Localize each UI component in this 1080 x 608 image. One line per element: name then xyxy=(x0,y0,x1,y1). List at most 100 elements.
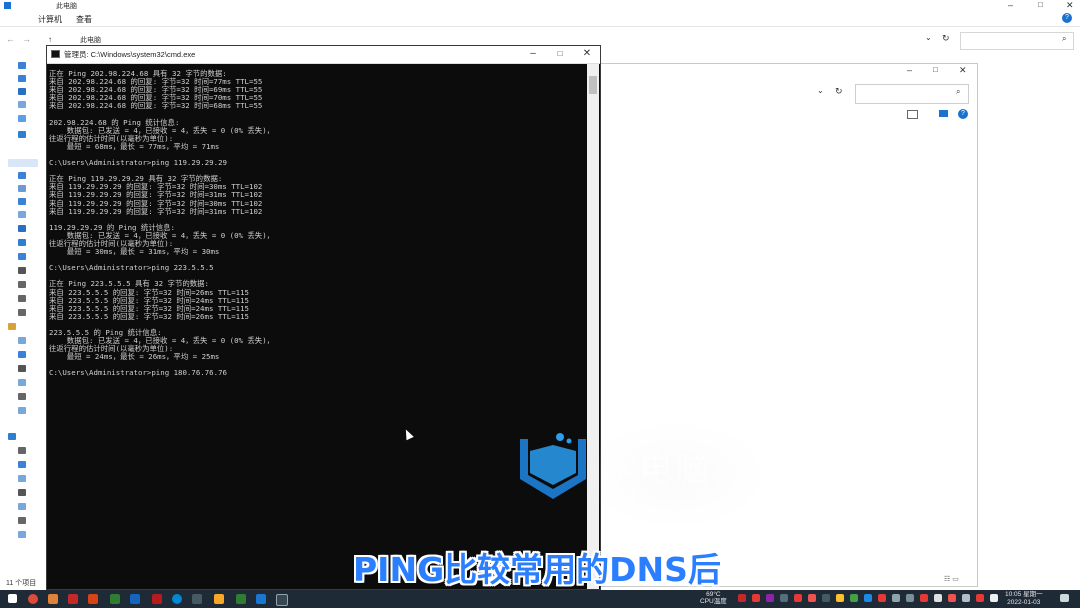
app-red3-icon[interactable] xyxy=(152,594,162,604)
search-input[interactable] xyxy=(960,32,1074,50)
notification-icon[interactable] xyxy=(1060,594,1069,602)
app-orange-icon[interactable] xyxy=(88,594,98,604)
minimize-button[interactable]: – xyxy=(522,47,544,61)
tray-icon-7[interactable] xyxy=(822,594,830,602)
net-item6-icon[interactable] xyxy=(18,517,26,524)
tray-icon-4[interactable] xyxy=(780,594,788,602)
scrollbar-thumb[interactable] xyxy=(589,76,597,94)
tray-icon-13[interactable] xyxy=(906,594,914,602)
tab-view[interactable]: 查看 xyxy=(76,14,92,25)
excel-icon[interactable] xyxy=(236,594,246,604)
help-icon[interactable]: ? xyxy=(1062,13,1072,23)
app-gray-icon[interactable] xyxy=(192,594,202,604)
pictures2-icon[interactable] xyxy=(18,198,26,205)
explorer-sidebar xyxy=(0,55,40,575)
documents2-icon[interactable] xyxy=(18,211,26,218)
edge-icon[interactable] xyxy=(172,594,182,604)
download-icon[interactable] xyxy=(18,88,26,95)
net-item7-icon[interactable] xyxy=(18,531,26,538)
drive-e-icon[interactable] xyxy=(18,295,26,302)
cmd-console[interactable]: 正在 Ping 202.98.224.68 具有 32 字节的数据: 来自 202… xyxy=(47,64,585,589)
tray-icon-6[interactable] xyxy=(808,594,816,602)
minimize-icon[interactable]: – xyxy=(1008,0,1013,10)
tray-icon-16[interactable] xyxy=(948,594,956,602)
taskbar-clock[interactable]: 10:05 星期一 2022-01-03 xyxy=(1005,591,1043,607)
tray-icon-8[interactable] xyxy=(836,594,844,602)
folder-icon[interactable] xyxy=(214,594,224,604)
maximize-button[interactable]: □ xyxy=(549,47,571,61)
drive-f-icon[interactable] xyxy=(18,309,26,316)
watermark-subtext: 点滴成 xyxy=(604,489,637,501)
net-item4-icon[interactable] xyxy=(18,489,26,496)
this-pc-selected-row[interactable] xyxy=(8,159,38,167)
tray-icon-12[interactable] xyxy=(892,594,900,602)
tray-icon-18[interactable] xyxy=(976,594,984,602)
tray-icon-11[interactable] xyxy=(878,594,886,602)
tray-icon-5[interactable] xyxy=(794,594,802,602)
tray-icon-3[interactable] xyxy=(766,594,774,602)
downloads2-icon[interactable] xyxy=(18,225,26,232)
drive-d-icon[interactable] xyxy=(18,281,26,288)
address-path[interactable]: 此电脑 xyxy=(80,35,101,45)
close-icon[interactable]: ✕ xyxy=(1066,0,1074,11)
net-item5-icon[interactable] xyxy=(18,503,26,510)
tray-icon-9[interactable] xyxy=(850,594,858,602)
help-icon[interactable]: ? xyxy=(958,109,968,119)
net-item3-icon[interactable] xyxy=(18,475,26,482)
tray-icon-2[interactable] xyxy=(752,594,760,602)
desktop-icon[interactable] xyxy=(18,75,26,82)
lib-item3-icon[interactable] xyxy=(18,365,26,372)
cmd-titlebar[interactable]: 管理员: C:\Windows\system32\cmd.exe – □ ✕ xyxy=(47,46,600,64)
objects-icon[interactable] xyxy=(18,172,26,179)
net-item-icon[interactable] xyxy=(18,447,26,454)
preview-pane-icon[interactable] xyxy=(939,110,948,117)
refresh-icon[interactable]: ↻ xyxy=(942,33,950,44)
chevron-down-icon[interactable]: ⌄ xyxy=(925,33,932,42)
desktop2-icon[interactable] xyxy=(18,253,26,260)
cmd-taskbar-icon[interactable] xyxy=(276,594,288,606)
cmd-window[interactable]: 管理员: C:\Windows\system32\cmd.exe – □ ✕ 正… xyxy=(46,45,601,590)
chevron-down-icon[interactable]: ⌄ xyxy=(817,86,824,95)
quick-access-icon[interactable] xyxy=(18,62,26,69)
close-button[interactable]: ✕ xyxy=(576,47,598,61)
app-red2-icon[interactable] xyxy=(68,594,78,604)
tab-computer[interactable]: 计算机 xyxy=(38,14,62,25)
lib-item-icon[interactable] xyxy=(18,337,26,344)
minimize-icon[interactable]: – xyxy=(907,65,912,75)
refresh-icon[interactable]: ↻ xyxy=(835,86,843,97)
start-icon[interactable] xyxy=(8,594,17,603)
drive-c-icon[interactable] xyxy=(18,267,26,274)
app-green-icon[interactable] xyxy=(110,594,120,604)
lib-item4-icon[interactable] xyxy=(18,379,26,386)
tray-icon-14[interactable] xyxy=(920,594,928,602)
this-pc-icon[interactable] xyxy=(18,131,26,138)
lib-item5-icon[interactable] xyxy=(18,393,26,400)
tray-icon-1[interactable] xyxy=(738,594,746,602)
search-icon[interactable] xyxy=(48,594,58,604)
app-red-icon[interactable] xyxy=(28,594,38,604)
tray-icon-17[interactable] xyxy=(962,594,970,602)
documents-icon[interactable] xyxy=(18,101,26,108)
pictures-icon[interactable] xyxy=(18,115,26,122)
forward-icon[interactable]: → xyxy=(22,34,31,44)
tray-icon-15[interactable] xyxy=(934,594,942,602)
maximize-icon[interactable]: □ xyxy=(1038,0,1043,9)
net-item2-icon[interactable] xyxy=(18,461,26,468)
lib-item6-icon[interactable] xyxy=(18,407,26,414)
app-blue-icon[interactable] xyxy=(130,594,140,604)
view-options-icon[interactable] xyxy=(907,110,918,119)
music-icon[interactable] xyxy=(18,239,26,246)
search-input[interactable]: ⌕ xyxy=(855,84,969,104)
tray-icon-10[interactable] xyxy=(864,594,872,602)
videos-icon[interactable] xyxy=(18,185,26,192)
network-icon[interactable] xyxy=(8,433,16,440)
maximize-icon[interactable]: □ xyxy=(933,65,938,74)
close-icon[interactable]: ✕ xyxy=(959,65,967,76)
volume-icon[interactable] xyxy=(990,594,998,602)
view-toggle-icon[interactable]: ☷ ▭ xyxy=(944,575,959,583)
back-icon[interactable]: ← xyxy=(6,34,15,44)
libraries-icon[interactable] xyxy=(8,323,16,330)
word-icon[interactable] xyxy=(256,594,266,604)
lib-item2-icon[interactable] xyxy=(18,351,26,358)
up-icon[interactable]: ↑ xyxy=(48,35,52,44)
